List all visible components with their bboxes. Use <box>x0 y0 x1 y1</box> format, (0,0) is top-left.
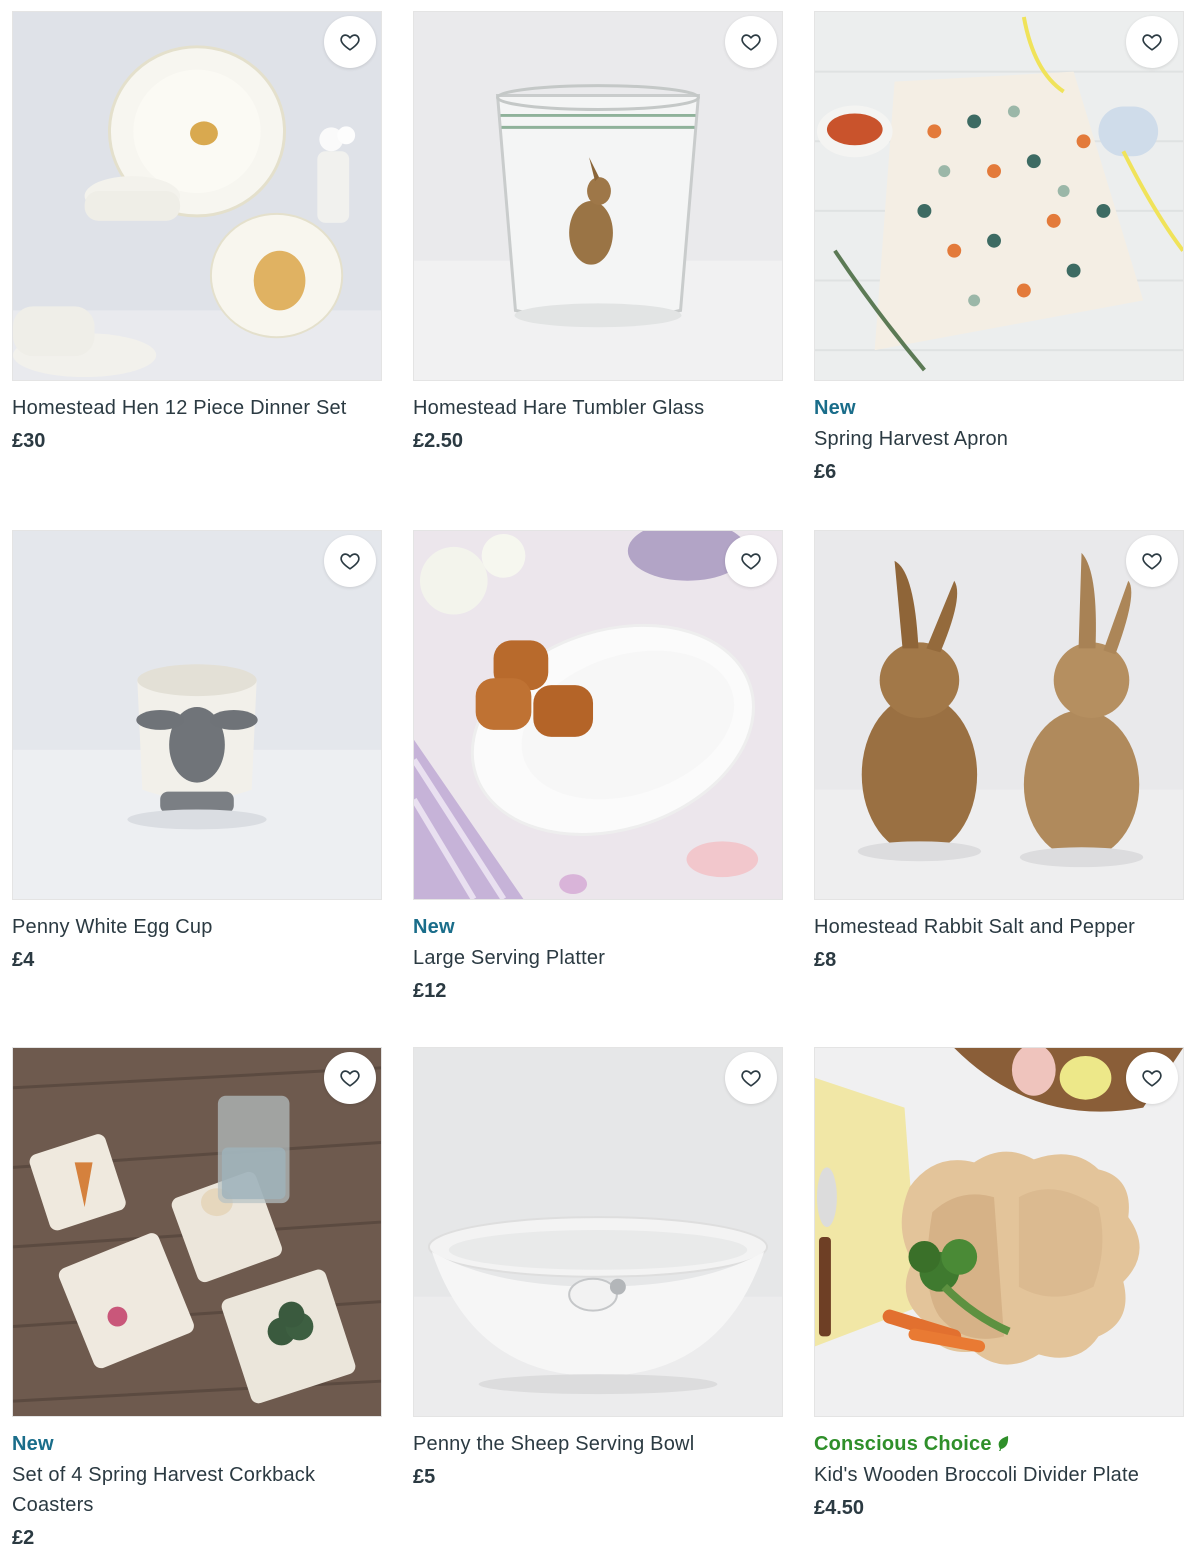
product-price: £4.50 <box>814 1497 865 1519</box>
product-image[interactable] <box>814 11 1184 381</box>
product-title[interactable]: Homestead Hare Tumbler Glass <box>413 393 783 423</box>
apron-image <box>815 12 1183 380</box>
product-title[interactable]: Set of 4 Spring Harvest Corkback Coaster… <box>12 1460 382 1520</box>
favourite-button[interactable] <box>1126 1052 1178 1104</box>
product-price: £2.50 <box>413 430 464 452</box>
product-card[interactable]: Homestead Hen 12 Piece Dinner Set £30 <box>12 11 382 458</box>
broccoli-divider-plate-image <box>815 1048 1183 1416</box>
heart-outline-icon <box>1142 1070 1162 1087</box>
product-price: £2 <box>12 1527 35 1549</box>
product-title[interactable]: Spring Harvest Apron <box>814 424 1184 454</box>
product-title[interactable]: Homestead Hen 12 Piece Dinner Set <box>12 393 382 423</box>
heart-outline-icon <box>340 553 360 570</box>
product-price: £12 <box>413 980 447 1002</box>
product-price: £8 <box>814 949 837 971</box>
favourite-button[interactable] <box>725 1052 777 1104</box>
product-card[interactable]: New Spring Harvest Apron £6 <box>814 11 1184 489</box>
product-image[interactable] <box>413 1047 783 1417</box>
heart-outline-icon <box>1142 34 1162 51</box>
dinner-set-image <box>13 12 381 380</box>
leaf-icon <box>998 1436 1008 1451</box>
product-title[interactable]: Penny White Egg Cup <box>12 912 382 942</box>
favourite-button[interactable] <box>324 1052 376 1104</box>
heart-outline-icon <box>1142 553 1162 570</box>
favourite-button[interactable] <box>324 535 376 587</box>
sheep-serving-bowl-image <box>414 1048 782 1416</box>
product-image[interactable] <box>12 11 382 381</box>
favourite-button[interactable] <box>1126 535 1178 587</box>
serving-platter-image <box>414 531 782 899</box>
product-image[interactable] <box>413 11 783 381</box>
badge-new: New <box>814 397 856 419</box>
product-card[interactable]: Homestead Rabbit Salt and Pepper £8 <box>814 530 1184 977</box>
product-title[interactable]: Penny the Sheep Serving Bowl <box>413 1429 783 1459</box>
heart-outline-icon <box>741 553 761 570</box>
corkback-coasters-image <box>13 1048 381 1416</box>
egg-cup-image <box>13 531 381 899</box>
product-card[interactable]: Penny the Sheep Serving Bowl £5 <box>413 1047 783 1494</box>
product-image[interactable] <box>12 530 382 900</box>
product-image[interactable] <box>814 1047 1184 1417</box>
favourite-button[interactable] <box>725 535 777 587</box>
favourite-button[interactable] <box>324 16 376 68</box>
product-card[interactable]: Homestead Hare Tumbler Glass £2.50 <box>413 11 783 458</box>
product-image[interactable] <box>413 530 783 900</box>
product-price: £5 <box>413 1466 436 1488</box>
product-image[interactable] <box>814 530 1184 900</box>
product-price: £4 <box>12 949 35 971</box>
product-card[interactable]: Conscious Choice Kid's Wooden Broccoli D… <box>814 1047 1184 1525</box>
heart-outline-icon <box>340 34 360 51</box>
tumbler-glass-image <box>414 12 782 380</box>
product-price: £30 <box>12 430 46 452</box>
product-image[interactable] <box>12 1047 382 1417</box>
rabbit-salt-pepper-image <box>815 531 1183 899</box>
product-title[interactable]: Homestead Rabbit Salt and Pepper <box>814 912 1184 942</box>
badge-new: New <box>413 916 455 938</box>
product-title[interactable]: Kid's Wooden Broccoli Divider Plate <box>814 1460 1184 1490</box>
product-card[interactable]: New Large Serving Platter £12 <box>413 530 783 1008</box>
product-price: £6 <box>814 461 837 483</box>
product-card[interactable]: Penny White Egg Cup £4 <box>12 530 382 977</box>
heart-outline-icon <box>741 1070 761 1087</box>
heart-outline-icon <box>741 34 761 51</box>
badge-label: Conscious Choice <box>814 1433 992 1455</box>
heart-outline-icon <box>340 1070 360 1087</box>
favourite-button[interactable] <box>1126 16 1178 68</box>
favourite-button[interactable] <box>725 16 777 68</box>
badge-conscious-choice: Conscious Choice <box>814 1429 1184 1460</box>
product-title[interactable]: Large Serving Platter <box>413 943 783 973</box>
product-card[interactable]: New Set of 4 Spring Harvest Corkback Coa… <box>12 1047 382 1555</box>
badge-new: New <box>12 1433 54 1455</box>
